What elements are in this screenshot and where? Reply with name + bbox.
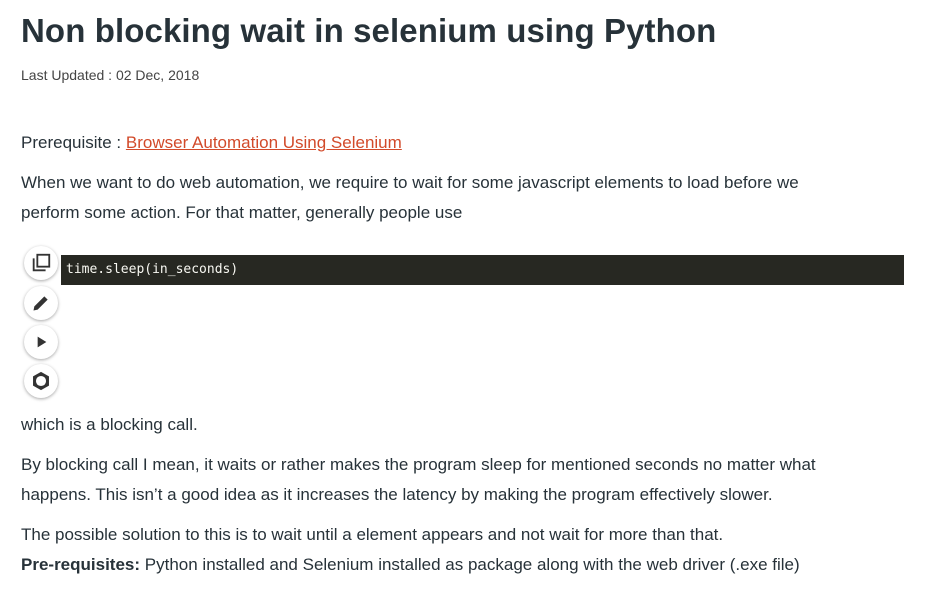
explanation-line-2: happens. This isn’t a good idea as it in… [21, 485, 773, 504]
prerequisite-link[interactable]: Browser Automation Using Selenium [126, 133, 402, 152]
code-line: time.sleep(in_seconds) [66, 262, 239, 277]
solution-paragraph: The possible solution to this is to wait… [21, 525, 724, 544]
copy-icon [32, 253, 51, 272]
prerequisites-paragraph: Pre-requisites: Python installed and Sel… [21, 550, 901, 580]
intro-paragraph: When we want to do web automation, we re… [21, 168, 901, 228]
prerequisite-line: Prerequisite : Browser Automation Using … [21, 128, 901, 158]
run-icon [37, 336, 47, 348]
edit-button[interactable] [24, 286, 58, 320]
explanation-line-1: By blocking call I mean, it waits or rat… [21, 455, 816, 474]
page-title: Non blocking wait in selenium using Pyth… [21, 12, 717, 49]
prerequisites-text: Python installed and Selenium installed … [140, 555, 800, 574]
blocking-call-paragraph: which is a blocking call. [21, 415, 198, 434]
prerequisite-label: Prerequisite : [21, 133, 126, 152]
settings-icon [33, 371, 49, 391]
last-updated: Last Updated : 02 Dec, 2018 [21, 67, 200, 83]
copy-button[interactable] [24, 246, 58, 280]
intro-line-2: perform some action. For that matter, ge… [21, 203, 463, 222]
explanation-paragraph: By blocking call I mean, it waits or rat… [21, 450, 901, 510]
settings-button[interactable] [24, 364, 58, 398]
run-button[interactable] [24, 325, 58, 359]
prerequisites-label: Pre-requisites: [21, 555, 141, 574]
edit-icon [33, 296, 48, 311]
intro-line-1: When we want to do web automation, we re… [21, 173, 799, 192]
code-block: time.sleep(in_seconds) [61, 255, 904, 285]
